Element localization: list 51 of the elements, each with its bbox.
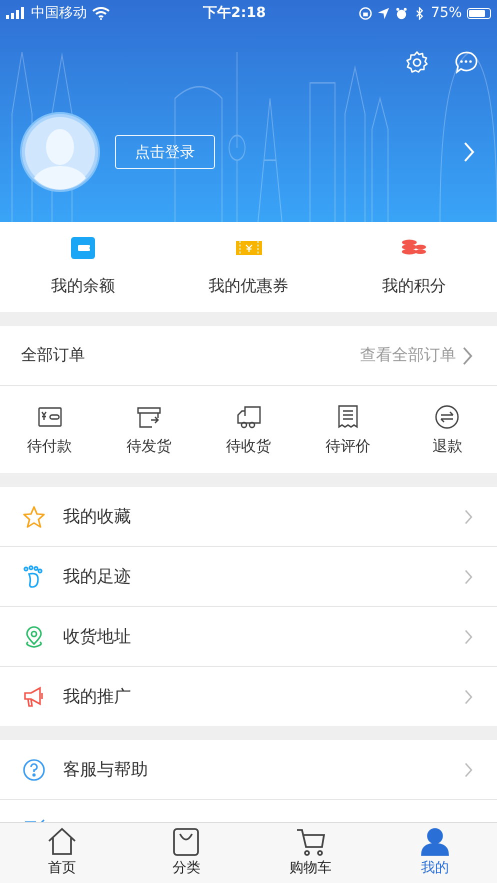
section-title: 全部订单 [21, 345, 85, 366]
order-status-item[interactable]: 待发货 [99, 386, 199, 473]
tab[interactable]: 购物车 [248, 823, 373, 883]
tab[interactable]: 首页 [0, 823, 124, 883]
carrier-name: 中国移动 [31, 4, 87, 22]
menu-item-label: 我的推广 [63, 686, 131, 708]
avatar[interactable] [20, 112, 100, 192]
asset-item[interactable]: 我的优惠券 [166, 222, 332, 312]
asset-item[interactable]: 我的积分 [331, 222, 497, 312]
menu-item[interactable]: 我的足迹 [0, 546, 497, 606]
battery-percent: 75% [430, 5, 462, 21]
chevron-right-icon [464, 688, 473, 704]
order-status-item[interactable]: 待付款 [0, 386, 100, 473]
menu-item[interactable]: 收货地址 [0, 606, 497, 666]
battery-icon [466, 8, 491, 18]
menu-item[interactable]: 我的推广 [0, 666, 497, 726]
home-icon [47, 827, 78, 857]
signal-icon [6, 7, 26, 19]
star-icon [22, 504, 46, 528]
order-status-item[interactable]: 退款 [398, 386, 497, 473]
menu-item-label: 我的收藏 [63, 506, 131, 528]
help-icon [22, 758, 46, 782]
truck-icon [236, 404, 262, 430]
chevron-right-icon [464, 508, 473, 524]
exchange-icon [434, 404, 460, 430]
wifi-icon [92, 6, 110, 20]
menu-item-label: 收货地址 [63, 626, 131, 648]
megaphone-icon [22, 684, 46, 708]
chevron-right-icon [462, 346, 473, 366]
chevron-right-icon [464, 762, 473, 778]
order-status-item[interactable]: 待评价 [298, 386, 398, 473]
chevron-right-icon [464, 628, 473, 644]
tab[interactable]: 我的 [372, 823, 497, 883]
message-icon[interactable] [454, 50, 478, 74]
chevron-right-icon[interactable] [463, 141, 475, 163]
location-arrow-icon [376, 6, 390, 20]
alarm-icon [394, 6, 408, 20]
menu-item-label: 我的足迹 [63, 566, 131, 588]
status-time: 下午2:18 [203, 4, 266, 22]
order-status-item[interactable]: 待收货 [198, 386, 298, 473]
chevron-right-icon [464, 568, 473, 584]
cart-icon [296, 827, 326, 857]
wallet-icon [70, 237, 96, 259]
asset-item[interactable]: 我的余额 [0, 222, 166, 312]
lock-rotation-icon [358, 6, 372, 20]
menu-item-label: 客服与帮助 [63, 759, 148, 781]
shopping-bag-icon [171, 827, 202, 857]
tab[interactable]: 分类 [124, 823, 248, 883]
person-icon [420, 827, 450, 857]
menu-item[interactable]: 我的收藏 [0, 487, 497, 546]
settings-icon[interactable] [405, 50, 429, 74]
